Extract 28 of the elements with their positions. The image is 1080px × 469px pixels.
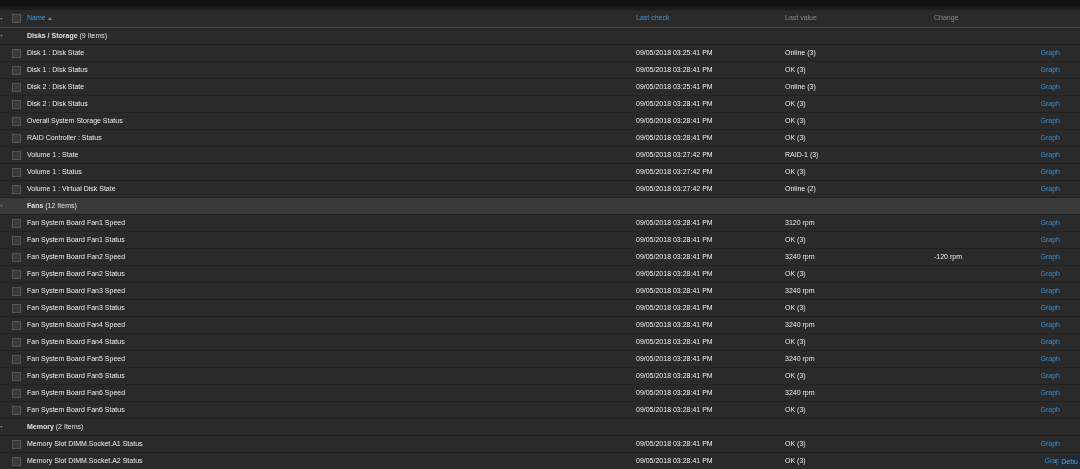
checkbox[interactable] [12, 405, 21, 415]
checkbox[interactable] [12, 150, 21, 160]
checkbox[interactable] [12, 371, 21, 381]
caret-icon[interactable] [0, 17, 3, 20]
checkbox[interactable] [12, 286, 21, 296]
checkbox[interactable] [12, 48, 21, 58]
checkbox[interactable] [12, 167, 21, 177]
checkbox[interactable] [12, 65, 21, 75]
checkbox[interactable] [12, 235, 21, 245]
checkbox[interactable] [12, 354, 21, 364]
checkbox[interactable] [12, 133, 21, 143]
caret-icon[interactable] [0, 205, 3, 207]
checkbox[interactable] [12, 456, 21, 466]
checkbox[interactable] [12, 14, 21, 23]
checkbox[interactable] [12, 82, 21, 92]
checkbox[interactable] [12, 388, 21, 398]
checkbox[interactable] [12, 99, 21, 109]
checkbox[interactable] [12, 320, 21, 330]
checkbox[interactable] [12, 439, 21, 449]
checkbox[interactable] [12, 269, 21, 279]
caret-icon[interactable] [0, 426, 3, 428]
checkbox[interactable] [12, 116, 21, 126]
checkbox[interactable] [12, 252, 21, 262]
checkbox[interactable] [12, 218, 21, 228]
caret-icon[interactable] [0, 35, 3, 37]
checkbox[interactable] [12, 184, 21, 194]
checkbox[interactable] [12, 303, 21, 313]
checkbox[interactable] [12, 337, 21, 347]
